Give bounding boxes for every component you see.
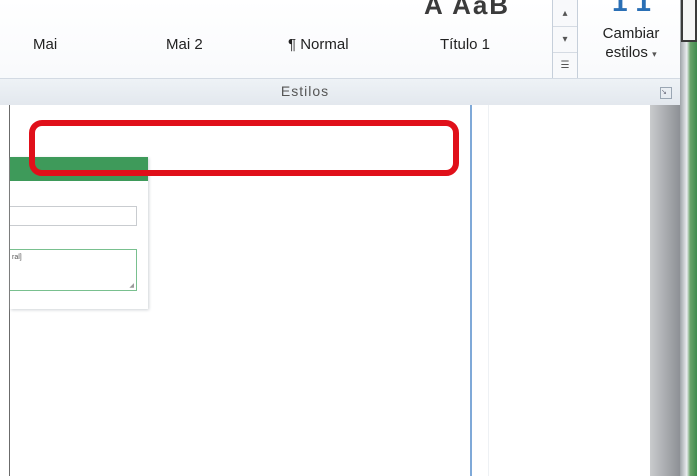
page-shadow (650, 105, 680, 476)
styles-group-label: Estilos (280, 83, 330, 99)
window-right-edge (680, 0, 697, 476)
ribbon-partial-glyphs: A AaB (424, 0, 511, 20)
change-styles-button[interactable]: Cambiar estilos ▾ (586, 24, 676, 64)
window-corner-frame (681, 0, 697, 42)
style-mai[interactable]: Mai (33, 36, 57, 53)
chevron-down-icon: ▾ (652, 49, 657, 59)
style-mai-2[interactable]: Mai 2 (166, 36, 203, 53)
gallery-more-icon[interactable]: ☰ (553, 52, 577, 78)
red-highlight-box (29, 120, 459, 176)
resize-handle-icon: ◢ (129, 283, 134, 289)
gallery-scroll-down-icon[interactable]: ▾ (553, 26, 577, 53)
styles-group-footer: Estilos ↘ (0, 78, 680, 105)
change-styles-label-1: Cambiar (602, 25, 660, 42)
style-normal[interactable]: ¶ Normal (288, 36, 349, 53)
change-styles-label-2: estilos (605, 44, 648, 61)
page-margin-line (488, 105, 489, 476)
form-textarea-text: ral] (12, 254, 22, 261)
ribbon: A AaB 1 1 Mai Mai 2 ¶ Normal Título 1 ▴ … (0, 0, 680, 105)
gallery-scroll-up-icon[interactable]: ▴ (553, 0, 577, 27)
form-input-field (10, 206, 137, 226)
form-textarea-field: ral] ◢ (10, 249, 137, 291)
embedded-form-image: ral] ◢ (10, 157, 148, 309)
ribbon-partial-blue-glyph: 1 1 (612, 0, 651, 17)
style-titulo-1[interactable]: Título 1 (440, 36, 490, 53)
style-gallery-scrollbar[interactable]: ▴ ▾ ☰ (552, 0, 578, 78)
dialog-launcher-icon[interactable]: ↘ (660, 87, 672, 99)
column-divider (470, 105, 472, 476)
